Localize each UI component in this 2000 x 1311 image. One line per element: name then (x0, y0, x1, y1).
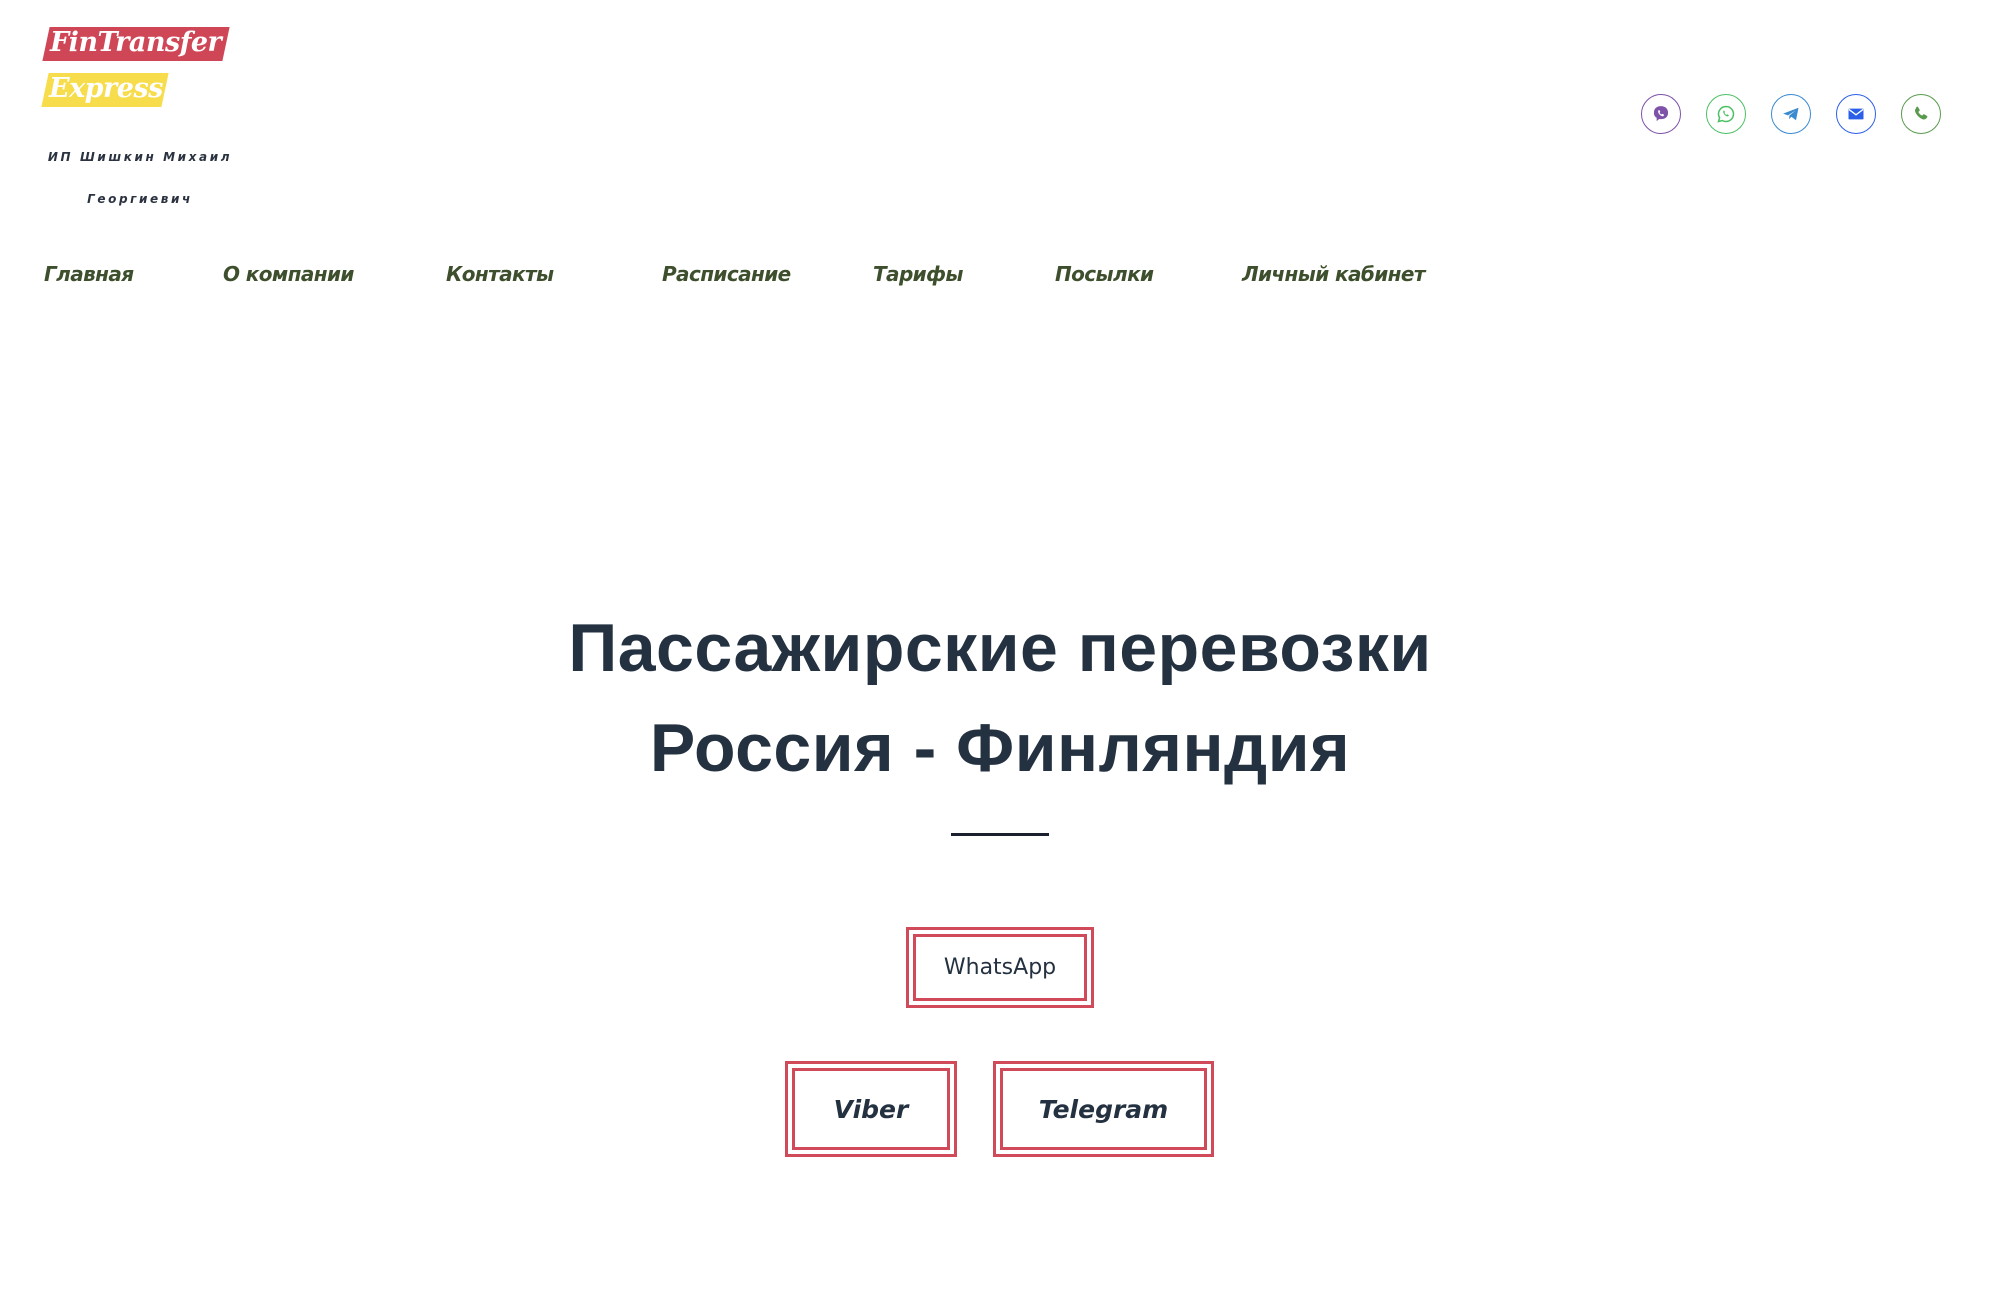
logo[interactable]: FinTransfer Express (40, 26, 240, 116)
whatsapp-button[interactable]: WhatsApp (906, 927, 1094, 1008)
nav-item-home[interactable]: Главная (44, 258, 223, 290)
logo-text-express: Express (49, 73, 163, 104)
nav-item-about[interactable]: О компании (223, 258, 446, 290)
mail-icon (1848, 108, 1864, 120)
logo-line-yellow: Express (41, 73, 169, 107)
phone-icon (1914, 106, 1928, 120)
owner-name-line2: Георгиевич (87, 192, 193, 206)
hero-divider (951, 833, 1049, 836)
whatsapp-icon (1717, 105, 1735, 123)
telegram-button-label: Telegram (1038, 1094, 1169, 1124)
logo-text-fintransfer: FinTransfer (50, 27, 222, 58)
viber-button-label: Viber (833, 1094, 909, 1124)
nav-item-contacts[interactable]: Контакты (446, 258, 662, 290)
logo-line-red: FinTransfer (42, 27, 230, 61)
owner-name-line1: ИП Шишкин Михаил (47, 150, 233, 164)
owner-name: ИП Шишкин Михаил Георгиевич (40, 136, 240, 220)
telegram-button[interactable]: Telegram (993, 1061, 1214, 1157)
email-link[interactable] (1836, 94, 1876, 134)
viber-icon (1653, 106, 1669, 122)
phone-link[interactable] (1901, 94, 1941, 134)
hero-title: Пассажирские перевозки Россия - Финлянди… (0, 598, 2000, 798)
hero-title-line2: Россия - Финляндия (649, 710, 1351, 786)
nav-item-parcels[interactable]: Посылки (1055, 258, 1242, 290)
contact-icons (1641, 94, 1941, 134)
hero-title-line1: Пассажирские перевозки (568, 610, 1432, 686)
viber-button[interactable]: Viber (785, 1061, 957, 1157)
telegram-link[interactable] (1771, 94, 1811, 134)
telegram-icon (1783, 107, 1799, 121)
nav-item-tariffs[interactable]: Тарифы (873, 258, 1055, 290)
nav-item-schedule[interactable]: Расписание (662, 258, 873, 290)
viber-link[interactable] (1641, 94, 1681, 134)
main-nav: Главная О компании Контакты Расписание Т… (44, 258, 1425, 290)
nav-item-account[interactable]: Личный кабинет (1242, 258, 1425, 290)
whatsapp-link[interactable] (1706, 94, 1746, 134)
whatsapp-button-label: WhatsApp (943, 955, 1057, 980)
